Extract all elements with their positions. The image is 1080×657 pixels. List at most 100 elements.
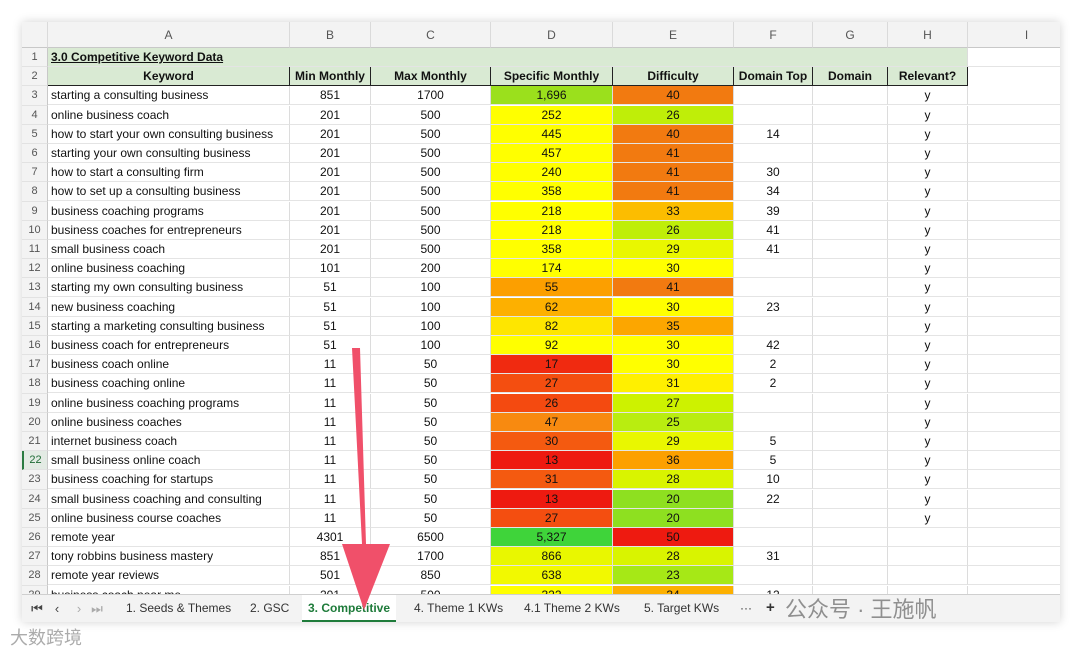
empty-cell[interactable] [968,125,1060,144]
min-monthly-cell[interactable]: 201 [290,163,371,183]
min-monthly-cell[interactable]: 101 [290,259,371,279]
row-number[interactable]: 9 [22,201,48,221]
column-header-g[interactable]: G [813,22,888,48]
specific-monthly-cell[interactable]: 82 [491,316,613,336]
difficulty-cell[interactable]: 40 [613,124,734,144]
specific-monthly-cell[interactable]: 26 [491,393,613,413]
empty-cell[interactable] [968,451,1060,471]
difficulty-cell[interactable]: 41 [613,144,734,163]
domain-cell[interactable] [813,393,888,413]
select-all-corner[interactable] [22,22,48,48]
domain-cell[interactable] [813,124,888,144]
relevant-cell[interactable]: y [888,259,968,279]
keyword-cell[interactable]: business coach for entrepreneurs [48,336,290,355]
difficulty-cell[interactable]: 26 [613,220,734,240]
row-number[interactable]: 6 [22,144,48,164]
domain-cell[interactable] [813,259,888,279]
column-header-f[interactable]: F [734,22,813,48]
row-number[interactable]: 19 [22,393,48,413]
relevant-cell[interactable]: y [888,278,968,298]
column-label[interactable]: Domain [813,67,888,87]
column-header-a[interactable]: A [48,22,290,48]
relevant-cell[interactable]: y [888,489,968,509]
specific-monthly-cell[interactable]: 62 [491,297,613,317]
more-tabs-icon[interactable]: ··· [734,595,758,622]
empty-cell[interactable] [968,278,1060,298]
difficulty-cell[interactable]: 28 [613,470,734,490]
domain-top-cell[interactable]: 5 [734,432,813,451]
specific-monthly-cell[interactable]: 358 [491,182,613,202]
row-number[interactable]: 27 [22,547,48,567]
max-monthly-cell[interactable]: 1700 [371,86,491,106]
row-number[interactable]: 18 [22,374,48,394]
max-monthly-cell[interactable]: 500 [371,220,491,240]
relevant-cell[interactable]: y [888,201,968,221]
specific-monthly-cell[interactable]: 31 [491,470,613,490]
keyword-cell[interactable]: starting your own consulting business [48,144,290,163]
relevant-cell[interactable]: y [888,124,968,144]
specific-monthly-cell[interactable]: 322 [491,585,613,594]
column-label[interactable]: Difficulty [613,67,734,87]
max-monthly-cell[interactable]: 500 [371,201,491,221]
domain-cell[interactable] [813,451,888,471]
add-sheet-icon[interactable]: + [760,595,781,622]
empty-cell[interactable] [968,470,1060,490]
domain-top-cell[interactable]: 10 [734,470,813,490]
empty-cell[interactable] [968,144,1060,163]
relevant-cell[interactable]: y [888,144,968,163]
min-monthly-cell[interactable]: 201 [290,144,371,163]
domain-top-cell[interactable] [734,393,813,413]
domain-cell[interactable] [813,240,888,259]
relevant-cell[interactable]: y [888,393,968,413]
row-number[interactable]: 20 [22,412,48,432]
specific-monthly-cell[interactable]: 445 [491,124,613,144]
min-monthly-cell[interactable]: 851 [290,86,371,106]
row-number[interactable]: 26 [22,528,48,548]
empty-cell[interactable] [968,374,1060,394]
min-monthly-cell[interactable]: 201 [290,220,371,240]
specific-monthly-cell[interactable]: 866 [491,547,613,567]
specific-monthly-cell[interactable]: 30 [491,432,613,451]
domain-cell[interactable] [813,297,888,317]
specific-monthly-cell[interactable]: 218 [491,201,613,221]
relevant-cell[interactable]: y [888,297,968,317]
specific-monthly-cell[interactable]: 55 [491,278,613,298]
keyword-cell[interactable]: tony robbins business mastery [48,547,290,567]
max-monthly-cell[interactable]: 500 [371,124,491,144]
tab-theme-2-kws[interactable]: 4.1 Theme 2 KWs [518,595,626,622]
column-header-h[interactable]: H [888,22,968,48]
empty-cell[interactable] [968,48,1060,67]
domain-top-cell[interactable]: 23 [734,297,813,317]
relevant-cell[interactable]: y [888,182,968,202]
domain-cell[interactable] [813,278,888,298]
domain-cell[interactable] [813,105,888,125]
specific-monthly-cell[interactable]: 27 [491,374,613,394]
column-label[interactable]: Relevant? [888,67,968,87]
specific-monthly-cell[interactable]: 5,327 [491,528,613,547]
column-label[interactable]: Specific Monthly [491,67,613,87]
column-header-i[interactable]: I [968,22,1060,48]
relevant-cell[interactable]: y [888,412,968,432]
column-label[interactable]: Min Monthly [290,67,371,87]
tab-theme-1-kws[interactable]: 4. Theme 1 KWs [408,595,509,622]
empty-cell[interactable] [968,394,1060,413]
domain-cell[interactable] [813,489,888,509]
domain-top-cell[interactable]: 41 [734,240,813,259]
domain-top-cell[interactable] [734,259,813,279]
domain-cell[interactable] [813,201,888,221]
domain-top-cell[interactable]: 42 [734,336,813,355]
relevant-cell[interactable]: y [888,432,968,451]
relevant-cell[interactable]: y [888,451,968,471]
max-monthly-cell[interactable]: 500 [371,105,491,125]
domain-cell[interactable] [813,316,888,336]
domain-top-cell[interactable]: 5 [734,451,813,471]
domain-cell[interactable] [813,547,888,567]
min-monthly-cell[interactable]: 201 [290,240,371,259]
row-number[interactable]: 15 [22,316,48,336]
keyword-cell[interactable]: business coaches for entrepreneurs [48,220,290,240]
relevant-cell[interactable]: y [888,374,968,394]
empty-cell[interactable] [968,298,1060,317]
domain-top-cell[interactable]: 31 [734,547,813,567]
row-number[interactable]: 14 [22,297,48,317]
min-monthly-cell[interactable]: 51 [290,278,371,298]
